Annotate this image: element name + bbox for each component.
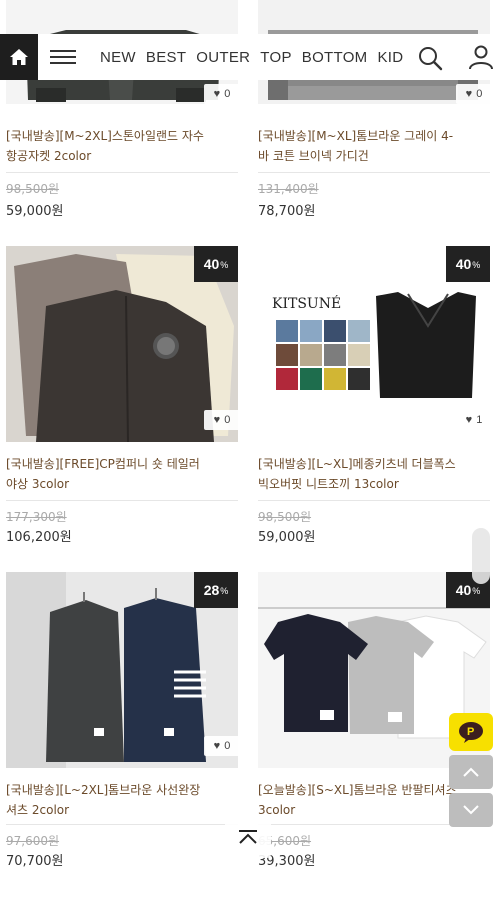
scroll-indicator[interactable] bbox=[472, 528, 490, 584]
user-button[interactable] bbox=[467, 43, 495, 71]
nav-item-bottom[interactable]: BOTTOM bbox=[302, 49, 368, 66]
search-icon bbox=[419, 47, 443, 71]
heart-icon: ♥ bbox=[213, 740, 221, 752]
product-name[interactable]: [국내발송][M~XL]톰브라운 그레이 4- 바 코튼 브이넥 가디건 bbox=[258, 126, 494, 166]
home-icon bbox=[10, 49, 28, 65]
sale-price: 59,000원 bbox=[6, 204, 64, 219]
heart-icon: ♥ bbox=[465, 414, 473, 426]
heart-icon: ♥ bbox=[213, 414, 221, 426]
svg-text:P: P bbox=[467, 726, 474, 738]
sale-price: 106,200원 bbox=[6, 530, 72, 545]
product-name[interactable]: [국내발송][L~2XL]톰브라운 사선완장 셔츠 2color bbox=[6, 780, 242, 820]
chevron-up-icon bbox=[463, 767, 479, 777]
original-price: 131,400원 bbox=[258, 182, 319, 196]
nav-item-best[interactable]: BEST bbox=[146, 49, 186, 66]
hamburger-menu-icon[interactable] bbox=[48, 46, 78, 68]
nav-item-new[interactable]: NEW bbox=[100, 49, 136, 66]
scroll-down-button[interactable] bbox=[449, 793, 493, 827]
product-name[interactable]: [국내발송][M~2XL]스톤아일랜드 자수 항공자켓 2color bbox=[6, 126, 242, 166]
divider bbox=[6, 824, 238, 825]
chevron-up-icon bbox=[239, 830, 257, 844]
like-button[interactable]: ♥ 1 bbox=[456, 410, 492, 430]
discount-badge: 40% bbox=[446, 246, 490, 282]
brand-logo-text: KITSUNÉ bbox=[272, 294, 341, 312]
top-navigation-bar: NEW BEST OUTER TOP BOTTOM KID bbox=[0, 34, 504, 80]
user-icon bbox=[469, 45, 493, 70]
kakao-plus-friend-button[interactable]: P bbox=[449, 713, 493, 751]
like-count: 0 bbox=[224, 740, 231, 752]
discount-badge: 28% bbox=[194, 572, 238, 608]
category-nav: NEW BEST OUTER TOP BOTTOM KID bbox=[100, 34, 413, 80]
product-name[interactable]: [국내발송][L~XL]메종키츠네 더블폭스 빅오버핏 니트조끼 13color bbox=[258, 454, 494, 494]
chevron-down-icon bbox=[463, 805, 479, 815]
sale-price: 70,700원 bbox=[6, 854, 64, 869]
heart-icon: ♥ bbox=[213, 88, 221, 100]
divider bbox=[258, 172, 490, 173]
like-count: 0 bbox=[476, 88, 483, 100]
home-button[interactable] bbox=[0, 34, 38, 80]
like-button[interactable]: ♥ 0 bbox=[204, 410, 240, 430]
kakao-plus-icon: P bbox=[459, 722, 483, 743]
original-price: 177,300원 bbox=[6, 510, 67, 524]
back-to-top-button[interactable] bbox=[225, 816, 271, 858]
divider bbox=[6, 500, 238, 501]
like-button[interactable]: ♥ 0 bbox=[204, 736, 240, 756]
nav-item-kid[interactable]: KID bbox=[377, 49, 403, 66]
search-button[interactable] bbox=[416, 44, 444, 72]
heart-icon: ♥ bbox=[465, 88, 473, 100]
like-count: 0 bbox=[224, 414, 231, 426]
product-name[interactable]: [국내발송][FREE]CP컴퍼니 숏 테일러 야상 3color bbox=[6, 454, 242, 494]
sale-price: 78,700원 bbox=[258, 204, 316, 219]
divider bbox=[258, 500, 490, 501]
like-count: 0 bbox=[224, 88, 231, 100]
nav-item-outer[interactable]: OUTER bbox=[196, 49, 250, 66]
original-price: 98,500원 bbox=[258, 510, 312, 524]
nav-item-top[interactable]: TOP bbox=[260, 49, 291, 66]
scroll-up-button[interactable] bbox=[449, 755, 493, 789]
like-button[interactable]: ♥ 0 bbox=[456, 84, 492, 104]
like-button[interactable]: ♥ 0 bbox=[204, 84, 240, 104]
like-count: 1 bbox=[476, 414, 483, 426]
sale-price: 59,000원 bbox=[258, 530, 316, 545]
original-price: 98,500원 bbox=[6, 182, 60, 196]
discount-badge: 40% bbox=[194, 246, 238, 282]
divider bbox=[6, 172, 238, 173]
original-price: 97,600원 bbox=[6, 834, 60, 848]
